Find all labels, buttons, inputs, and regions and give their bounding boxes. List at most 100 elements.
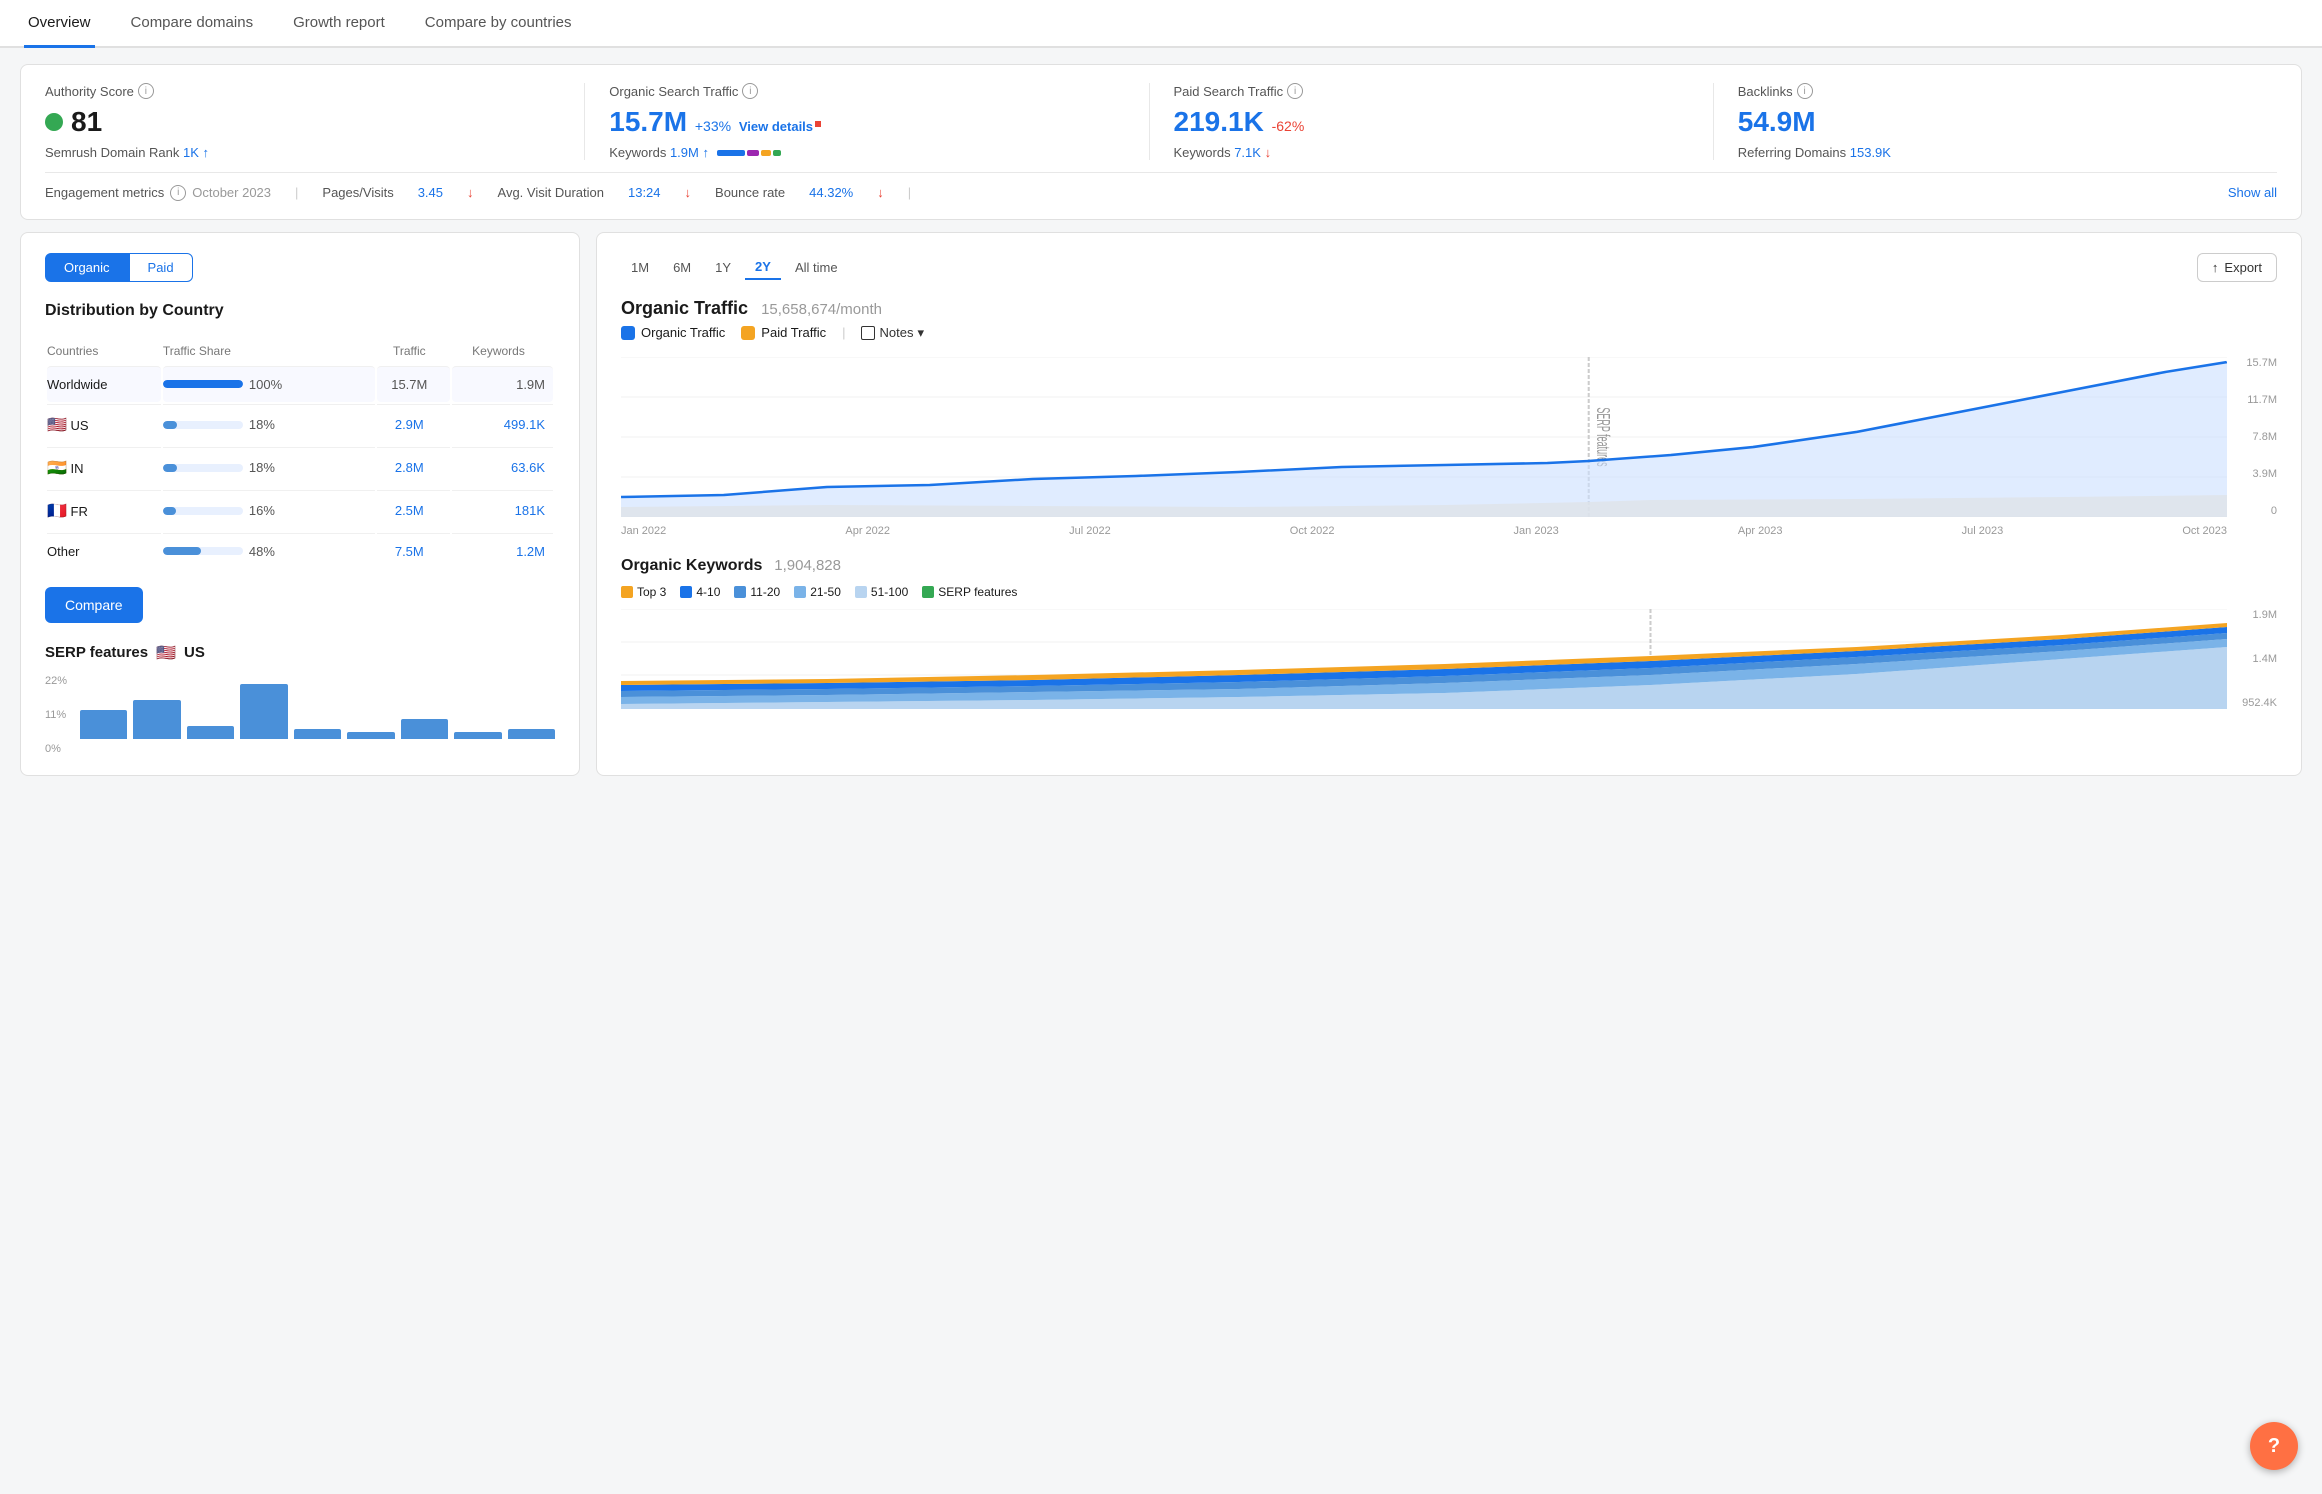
serp-y-axis: 22% 11% 0% xyxy=(45,675,75,755)
sep-2: | xyxy=(908,185,911,200)
kw-legend-item[interactable]: 11-20 xyxy=(734,585,780,599)
country-traffic-share: 16% xyxy=(163,490,375,531)
legend-organic[interactable]: Organic Traffic xyxy=(621,325,725,340)
view-details-link[interactable]: View details xyxy=(739,119,813,134)
country-name: 🇫🇷 FR xyxy=(47,490,161,531)
sep-1: | xyxy=(295,185,298,200)
pages-arrow: ↓ xyxy=(467,185,474,200)
time-filter-2y[interactable]: 2Y xyxy=(745,255,781,280)
backlinks-info-icon[interactable]: i xyxy=(1797,83,1813,99)
legend-paid-checkbox xyxy=(741,326,755,340)
backlinks-value: 54.9M xyxy=(1738,105,2253,139)
toggle-paid-btn[interactable]: Paid xyxy=(129,253,193,282)
legend-paid[interactable]: Paid Traffic xyxy=(741,325,826,340)
engagement-date: October 2023 xyxy=(192,185,271,200)
organic-search-value: 15.7M +33% View details xyxy=(609,105,1124,139)
engagement-info-icon[interactable]: i xyxy=(170,185,186,201)
help-button[interactable]: ? xyxy=(2250,1422,2298,1470)
time-filter-all-time[interactable]: All time xyxy=(785,255,848,280)
duration-label: Avg. Visit Duration xyxy=(498,185,604,200)
x-label: Oct 2022 xyxy=(1290,525,1335,537)
toggle-organic-btn[interactable]: Organic xyxy=(45,253,129,282)
serp-bar xyxy=(347,732,394,738)
chart-legend: Organic Traffic Paid Traffic | Notes ▾ xyxy=(621,325,2277,341)
country-traffic: 15.7M xyxy=(377,366,450,402)
country-name: Other xyxy=(47,533,161,569)
organic-traffic-chart-title: Organic Traffic 15,658,674/month xyxy=(621,298,2277,319)
country-keywords: 499.1K xyxy=(452,404,553,445)
organic-search-change: +33% xyxy=(695,118,731,134)
keywords-count: 1,904,828 xyxy=(774,557,841,574)
duration-value: 13:24 xyxy=(628,185,661,200)
country-traffic: 2.5M xyxy=(377,490,450,531)
engagement-bar: Engagement metrics i October 2023 | Page… xyxy=(45,172,2277,201)
organic-search-info-icon[interactable]: i xyxy=(742,83,758,99)
serp-bar xyxy=(240,684,287,738)
x-label: Apr 2023 xyxy=(1738,525,1783,537)
country-name: 🇮🇳 IN xyxy=(47,447,161,488)
organic-traffic-subtitle: 15,658,674/month xyxy=(761,301,882,318)
country-traffic-share: 48% xyxy=(163,533,375,569)
nav-overview[interactable]: Overview xyxy=(24,0,95,48)
export-button[interactable]: ↑ Export xyxy=(2197,253,2277,282)
right-panel: 1M6M1Y2YAll time ↑ Export Organic Traffi… xyxy=(596,232,2302,776)
bounce-label: Bounce rate xyxy=(715,185,785,200)
nav-compare-domains[interactable]: Compare domains xyxy=(127,0,258,48)
organic-kw-arrow: ↑ xyxy=(702,145,709,160)
x-label: Apr 2022 xyxy=(845,525,890,537)
metric-authority-score: Authority Score i 81 Semrush Domain Rank… xyxy=(45,83,585,160)
backlinks-label: Backlinks i xyxy=(1738,83,2253,99)
kw-legend-item[interactable]: 21-50 xyxy=(794,585,841,599)
keywords-legend: Top 3 4-10 11-20 21-50 51-100 SERP features xyxy=(621,585,2277,599)
kw-legend-item[interactable]: 4-10 xyxy=(680,585,720,599)
x-label: Jan 2023 xyxy=(1514,525,1559,537)
show-all-link[interactable]: Show all xyxy=(2228,185,2277,200)
legend-organic-label: Organic Traffic xyxy=(641,325,725,340)
serp-bar xyxy=(401,719,448,738)
duration-arrow: ↓ xyxy=(685,185,692,200)
kw-legend-item[interactable]: Top 3 xyxy=(621,585,666,599)
bounce-arrow: ↓ xyxy=(877,185,884,200)
legend-paid-label: Paid Traffic xyxy=(761,325,826,340)
distribution-title: Distribution by Country xyxy=(45,302,555,320)
chart-header: 1M6M1Y2YAll time ↑ Export xyxy=(621,253,2277,282)
country-traffic: 2.9M xyxy=(377,404,450,445)
paid-search-info-icon[interactable]: i xyxy=(1287,83,1303,99)
main-content: Authority Score i 81 Semrush Domain Rank… xyxy=(0,48,2322,792)
serp-flag: 🇺🇸 xyxy=(156,643,176,663)
time-filter-1y[interactable]: 1Y xyxy=(705,255,741,280)
paid-kw-arrow: ↓ xyxy=(1265,145,1272,160)
serp-bar xyxy=(294,729,341,739)
country-traffic-share: 18% xyxy=(163,404,375,445)
engagement-metrics-label: Engagement metrics i October 2023 xyxy=(45,185,271,201)
serp-bar xyxy=(133,700,180,738)
country-traffic: 7.5M xyxy=(377,533,450,569)
keywords-chart: 1.9M 1.4M 952.4K xyxy=(621,609,2277,709)
serp-bar xyxy=(454,732,501,738)
x-label: Oct 2023 xyxy=(2182,525,2227,537)
nav-compare-countries[interactable]: Compare by countries xyxy=(421,0,576,48)
time-filter-6m[interactable]: 6M xyxy=(663,255,701,280)
notes-label: Notes xyxy=(879,325,913,340)
time-filter-1m[interactable]: 1M xyxy=(621,255,659,280)
time-filters: 1M6M1Y2YAll time xyxy=(621,255,848,280)
compare-button[interactable]: Compare xyxy=(45,587,143,623)
organic-progress-bar xyxy=(717,150,781,156)
keywords-title: Organic Keywords xyxy=(621,557,762,574)
kw-legend-item[interactable]: 51-100 xyxy=(855,585,908,599)
kw-legend-item[interactable]: SERP features xyxy=(922,585,1017,599)
notes-button[interactable]: Notes ▾ xyxy=(861,325,924,341)
left-panel: Organic Paid Distribution by Country Cou… xyxy=(20,232,580,776)
country-keywords: 63.6K xyxy=(452,447,553,488)
col-keywords: Keywords xyxy=(452,338,553,364)
nav-growth-report[interactable]: Growth report xyxy=(289,0,389,48)
country-keywords: 1.2M xyxy=(452,533,553,569)
export-icon: ↑ xyxy=(2212,260,2219,275)
country-name: Worldwide xyxy=(47,366,161,402)
authority-score-info-icon[interactable]: i xyxy=(138,83,154,99)
x-label: Jul 2023 xyxy=(1962,525,2004,537)
country-keywords: 1.9M xyxy=(452,366,553,402)
content-grid: Organic Paid Distribution by Country Cou… xyxy=(20,232,2302,776)
legend-organic-checkbox xyxy=(621,326,635,340)
authority-score-label: Authority Score i xyxy=(45,83,560,99)
